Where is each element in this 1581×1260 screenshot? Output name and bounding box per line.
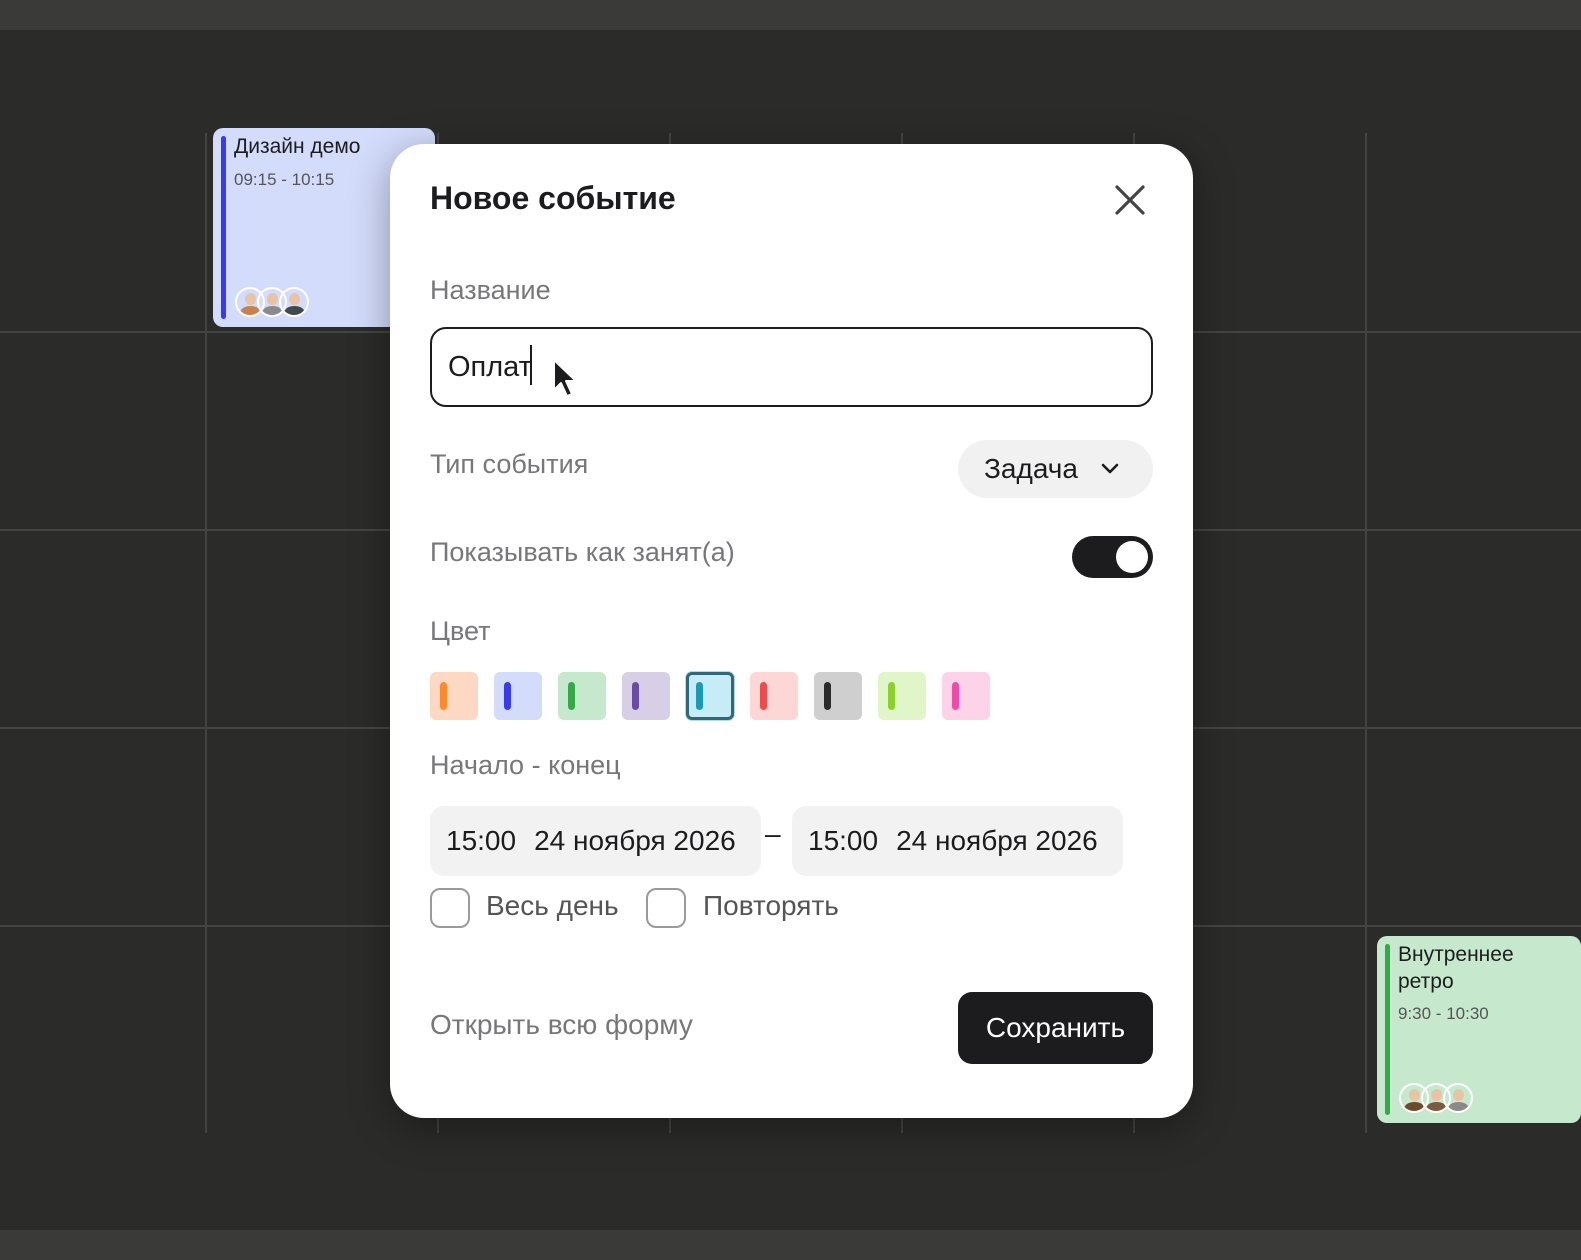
date-range-label: Начало - конец	[430, 750, 621, 780]
swatch-bar	[504, 682, 511, 710]
event-name-input[interactable]	[430, 327, 1153, 407]
show-busy-toggle[interactable]	[1072, 536, 1153, 578]
color-swatch-orange[interactable]	[430, 672, 478, 720]
color-swatch-red[interactable]	[750, 672, 798, 720]
event-time: 09:15 - 10:15	[234, 170, 335, 189]
toggle-knob	[1116, 541, 1148, 573]
event-type-dropdown[interactable]: Задача	[958, 440, 1153, 498]
color-swatch-cyan[interactable]	[686, 672, 734, 720]
event-attendees	[1399, 1083, 1473, 1113]
text-caret	[530, 345, 532, 385]
start-time: 15:00	[446, 825, 517, 856]
mouse-cursor-icon	[553, 359, 577, 397]
color-swatch-lime[interactable]	[878, 672, 926, 720]
event-type-value: Задача	[984, 453, 1078, 484]
swatch-bar	[568, 682, 575, 710]
avatar-3	[279, 287, 309, 317]
swatch-bar	[952, 682, 959, 710]
event-time: 9:30 - 10:30	[1398, 1004, 1489, 1023]
modal-title: Новое событие	[430, 180, 676, 216]
close-button[interactable]	[1112, 182, 1148, 218]
swatch-bar	[888, 682, 895, 710]
swatch-bar	[760, 682, 767, 710]
color-swatch-green[interactable]	[558, 672, 606, 720]
color-swatch-purple[interactable]	[622, 672, 670, 720]
all-day-label: Весь день	[486, 890, 619, 921]
color-label: Цвет	[430, 616, 491, 646]
bottom-bar	[0, 1230, 1581, 1260]
start-date: 24 ноября 2026	[534, 825, 736, 856]
end-datetime-field[interactable]: 15:00 24 ноября 2026	[792, 806, 1123, 876]
all-day-checkbox[interactable]	[430, 888, 470, 928]
start-datetime-field[interactable]: 15:00 24 ноября 2026	[430, 806, 761, 876]
end-time: 15:00	[808, 825, 879, 856]
repeat-label: Повторять	[703, 890, 839, 921]
color-swatch-blue[interactable]	[494, 672, 542, 720]
close-icon	[1115, 185, 1145, 215]
color-picker	[430, 672, 1006, 720]
grid-column-line	[1365, 133, 1367, 1133]
chevron-down-icon	[1101, 463, 1119, 474]
event-accent-bar	[1385, 944, 1390, 1115]
color-swatch-gray[interactable]	[814, 672, 862, 720]
event-accent-bar	[221, 136, 226, 319]
repeat-checkbox[interactable]	[646, 888, 686, 928]
color-swatch-pink[interactable]	[942, 672, 990, 720]
event-attendees	[235, 287, 309, 317]
range-separator: –	[765, 818, 781, 849]
event-card-internal-retro[interactable]: Внутреннее ретро 9:30 - 10:30	[1377, 936, 1581, 1123]
swatch-bar	[632, 682, 639, 710]
open-full-form-link[interactable]: Открыть всю форму	[430, 1009, 693, 1041]
avatar-3	[1443, 1083, 1473, 1113]
top-bar	[0, 0, 1581, 30]
name-label: Название	[430, 275, 551, 305]
event-title: Внутреннее ретро	[1398, 943, 1514, 993]
swatch-bar	[696, 682, 703, 710]
save-button[interactable]: Сохранить	[958, 992, 1153, 1064]
swatch-bar	[824, 682, 831, 710]
grid-column-line	[205, 133, 207, 1133]
end-date: 24 ноября 2026	[896, 825, 1098, 856]
new-event-modal: Новое событие Название Тип события Задач…	[390, 144, 1193, 1118]
show-busy-label: Показывать как занят(а)	[430, 537, 735, 567]
swatch-bar	[440, 682, 447, 710]
event-type-label: Тип события	[430, 449, 589, 479]
